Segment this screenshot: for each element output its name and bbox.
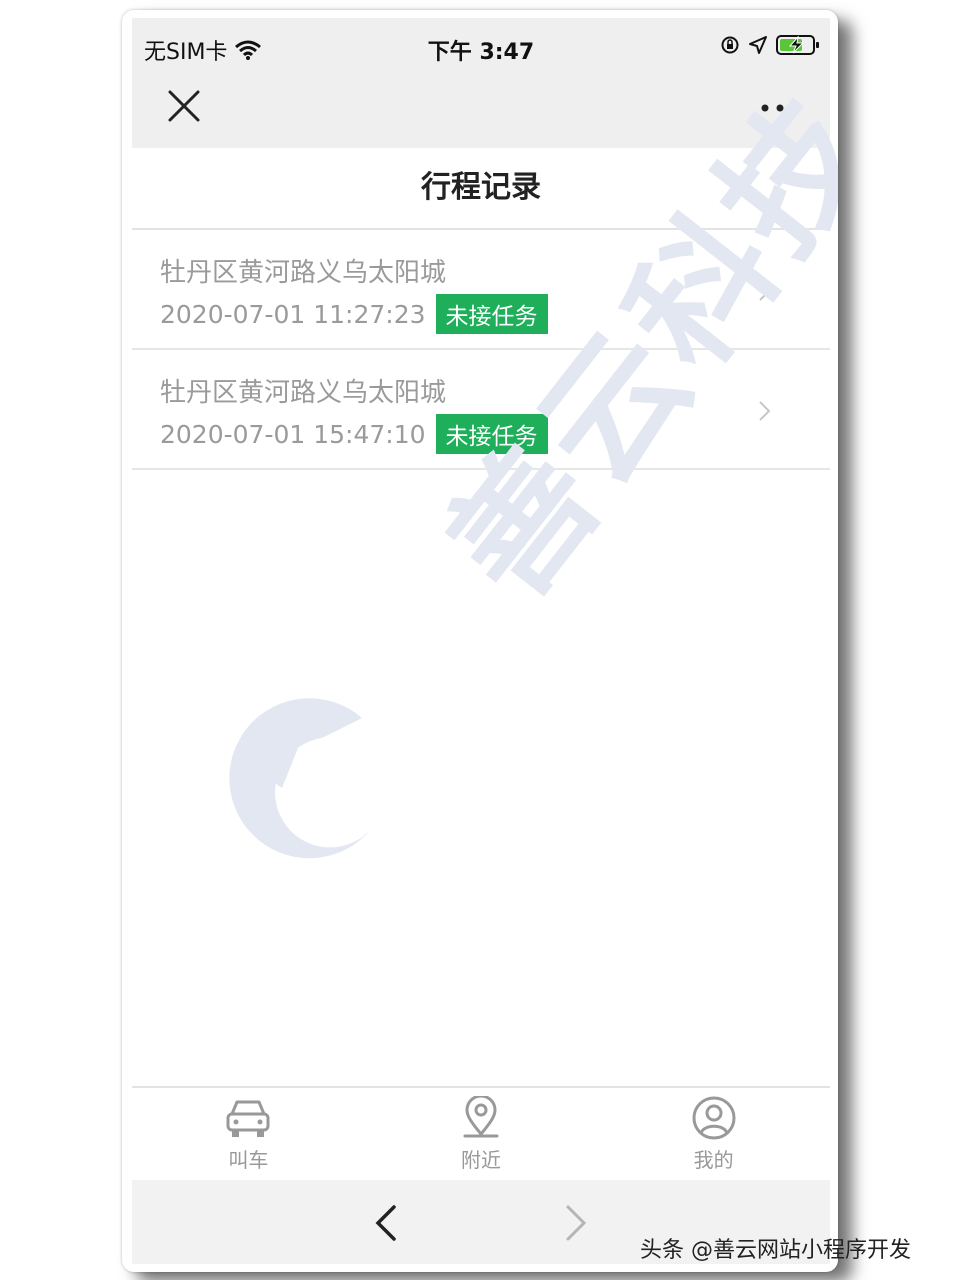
phone-frame: 无SIM卡 下午 3:47 行程记录 牡丹区黄河路义乌太阳城 2020-07-0… bbox=[122, 10, 838, 1272]
watermark-logo-icon bbox=[229, 698, 372, 859]
trip-address: 牡丹区黄河路义乌太阳城 bbox=[160, 378, 447, 408]
trip-item[interactable]: 牡丹区黄河路义乌太阳城 2020-07-01 15:47:10 未接任务 bbox=[132, 350, 830, 470]
trip-address: 牡丹区黄河路义乌太阳城 bbox=[160, 258, 447, 288]
trip-list: 牡丹区黄河路义乌太阳城 2020-07-01 11:27:23 未接任务 牡丹区… bbox=[132, 230, 830, 470]
tab-label: 附近 bbox=[461, 1148, 501, 1172]
screen: 无SIM卡 下午 3:47 行程记录 牡丹区黄河路义乌太阳城 2020-07-0… bbox=[132, 18, 838, 1264]
battery-charging-icon bbox=[776, 35, 819, 55]
status-icons bbox=[720, 34, 820, 56]
trip-item[interactable]: 牡丹区黄河路义乌太阳城 2020-07-01 11:27:23 未接任务 bbox=[132, 230, 830, 350]
tab-call-car[interactable]: 叫车 bbox=[132, 1088, 365, 1180]
location-arrow-icon bbox=[749, 36, 767, 54]
page-title: 行程记录 bbox=[132, 148, 830, 230]
credit-watermark: 头条 @善云网站小程序开发 bbox=[640, 1238, 911, 1263]
user-icon bbox=[692, 1096, 736, 1140]
tab-label: 叫车 bbox=[228, 1148, 269, 1172]
more-dots-icon[interactable] bbox=[760, 102, 800, 114]
map-pin-icon bbox=[463, 1096, 499, 1138]
status-badge: 未接任务 bbox=[435, 294, 548, 334]
tab-bar: 叫车 附近 我的 bbox=[132, 1086, 830, 1180]
tab-label: 我的 bbox=[693, 1148, 734, 1172]
rotation-lock-icon bbox=[721, 36, 739, 54]
chevron-left-icon[interactable] bbox=[374, 1204, 398, 1242]
trip-datetime: 2020-07-01 15:47:10 bbox=[160, 419, 426, 449]
chevron-right-icon bbox=[759, 401, 771, 421]
trip-meta: 2020-07-01 11:27:23 未接任务 bbox=[160, 294, 548, 334]
status-bar: 无SIM卡 下午 3:47 bbox=[132, 18, 830, 70]
tab-mine[interactable]: 我的 bbox=[597, 1088, 830, 1180]
chevron-right-icon bbox=[759, 281, 771, 301]
tab-nearby[interactable]: 附近 bbox=[365, 1088, 598, 1180]
status-badge: 未接任务 bbox=[435, 414, 548, 454]
trip-meta: 2020-07-01 15:47:10 未接任务 bbox=[160, 414, 548, 454]
mini-program-navbar bbox=[132, 70, 830, 148]
trip-datetime: 2020-07-01 11:27:23 bbox=[160, 299, 426, 329]
close-icon[interactable] bbox=[166, 88, 202, 124]
chevron-right-icon[interactable] bbox=[564, 1204, 588, 1242]
car-icon bbox=[226, 1100, 270, 1137]
